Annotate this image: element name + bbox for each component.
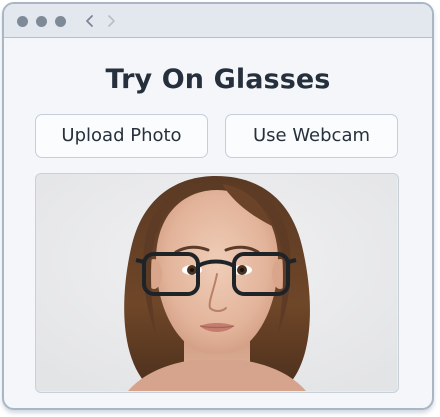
chevron-left-icon[interactable]	[83, 13, 97, 29]
portrait-image	[36, 174, 397, 391]
browser-window: Try On Glasses Upload Photo Use Webcam	[2, 2, 434, 410]
window-maximize-dot[interactable]	[55, 16, 66, 27]
page-title: Try On Glasses	[105, 64, 331, 95]
chevron-right-icon[interactable]	[104, 13, 118, 29]
upload-photo-button[interactable]: Upload Photo	[35, 114, 208, 158]
photo-preview	[35, 173, 399, 393]
use-webcam-button[interactable]: Use Webcam	[225, 114, 398, 158]
window-titlebar	[4, 4, 432, 38]
window-minimize-dot[interactable]	[36, 16, 47, 27]
window-close-dot[interactable]	[17, 16, 28, 27]
